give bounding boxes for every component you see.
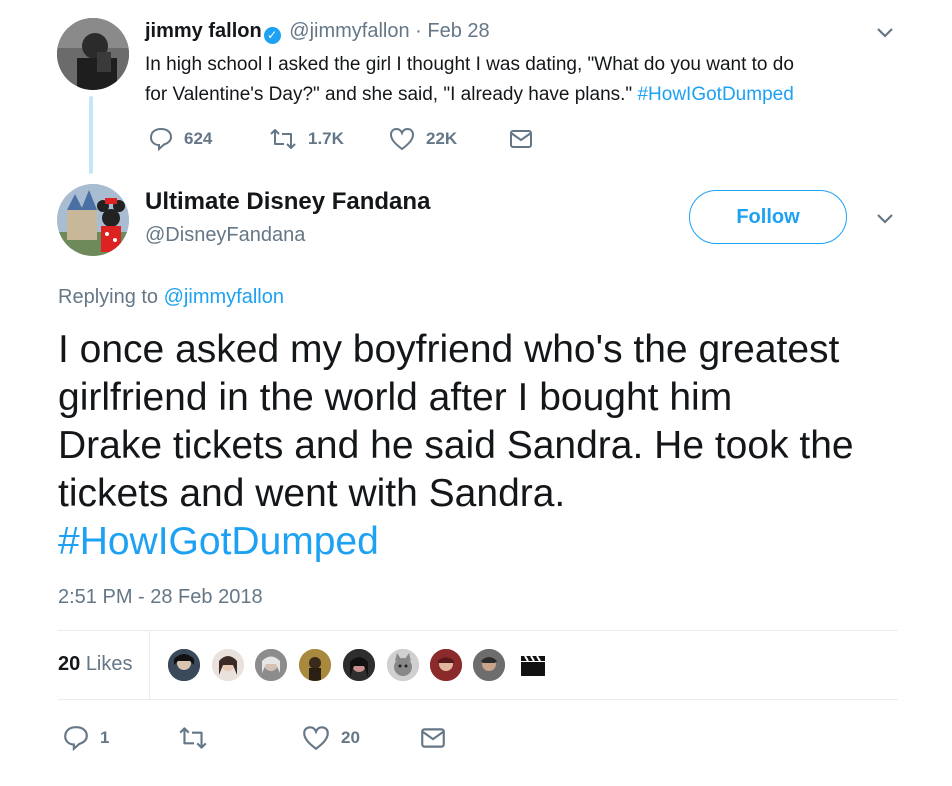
reply-count: 1: [100, 728, 110, 747]
liker-avatar[interactable]: [428, 647, 464, 683]
tweet-actions: 1 20: [62, 724, 459, 752]
replying-to-handle-link[interactable]: @jimmyfallon: [164, 286, 284, 308]
parent-more-chevron-icon[interactable]: [874, 22, 896, 42]
liker-avatar[interactable]: [253, 647, 289, 683]
liker-avatar[interactable]: [471, 647, 507, 683]
author-handle[interactable]: @DisneyFandana: [145, 224, 305, 247]
parent-like-count: 22K: [426, 129, 458, 148]
retweet-icon: [270, 129, 296, 149]
person-photo-icon: [57, 18, 129, 90]
parent-like-button[interactable]: 22K: [388, 126, 508, 152]
parent-reply-button[interactable]: 624: [148, 126, 268, 152]
divider-bottom: [58, 699, 898, 700]
likes-count: 20: [58, 653, 81, 675]
author-avatar[interactable]: [57, 184, 129, 256]
tweet-more-chevron-icon[interactable]: [874, 208, 896, 228]
author-display-name[interactable]: Ultimate Disney Fandana: [145, 188, 430, 216]
parent-actions: 624 1.7K 22K: [148, 126, 548, 152]
liker-avatar[interactable]: [341, 647, 377, 683]
liker-avatar[interactable]: [385, 647, 421, 683]
tweet-text-line: Drake tickets and he said Sandra. He too…: [58, 424, 854, 467]
tweet-text-line: tickets and went with Sandra.: [58, 472, 566, 515]
parent-reply-count: 624: [184, 129, 213, 148]
reply-button[interactable]: 1: [62, 724, 177, 752]
liker-avatar[interactable]: [297, 647, 333, 683]
retweet-button[interactable]: [177, 724, 301, 752]
parent-display-name[interactable]: jimmy fallon: [145, 20, 262, 42]
thread-connector-line: [89, 96, 93, 174]
tweet-text-line: I once asked my boyfriend who's the grea…: [58, 328, 840, 371]
parent-tweet-text: In high school I asked the girl I though…: [145, 50, 794, 110]
tweet-text: I once asked my boyfriend who's the grea…: [58, 326, 854, 566]
parent-text-line-1: In high school I asked the girl I though…: [145, 54, 794, 75]
likes-stat[interactable]: 20 Likes: [58, 653, 133, 676]
tweet-text-line: girlfriend in the world after I bought h…: [58, 376, 733, 419]
liker-avatar[interactable]: [166, 647, 202, 683]
liker-avatar[interactable]: [210, 647, 246, 683]
retweet-icon: [179, 727, 207, 749]
follow-button[interactable]: Follow: [689, 190, 847, 244]
clapperboard-icon: [517, 649, 549, 681]
parent-handle[interactable]: @jimmyfallon: [289, 20, 409, 42]
liker-avatar[interactable]: [515, 647, 551, 683]
parent-avatar[interactable]: [57, 18, 129, 90]
divider-top: [58, 630, 898, 631]
stats-vertical-divider: [149, 631, 150, 699]
like-count: 20: [341, 728, 360, 747]
parent-retweet-button[interactable]: 1.7K: [268, 126, 388, 152]
replying-to: Replying to @jimmyfallon: [58, 286, 284, 309]
reply-icon: [149, 127, 173, 152]
likes-label: Likes: [85, 653, 133, 675]
tweet-timestamp[interactable]: 2:51 PM - 28 Feb 2018: [58, 586, 263, 609]
parent-tweet-header: jimmy fallon ✓ @jimmyfallon · Feb 28: [145, 20, 490, 44]
cat-icon: [387, 649, 419, 681]
envelope-icon: [421, 728, 445, 748]
envelope-icon: [510, 130, 532, 148]
reply-icon: [64, 726, 88, 752]
like-button[interactable]: 20: [301, 724, 419, 752]
parent-dm-button[interactable]: [508, 126, 548, 152]
castle-minnie-photo-icon: [57, 184, 129, 256]
heart-icon: [303, 726, 329, 751]
parent-retweet-count: 1.7K: [308, 129, 344, 148]
parent-hashtag-link[interactable]: #HowIGotDumped: [637, 84, 793, 105]
heart-icon: [389, 127, 415, 151]
replying-to-label: Replying to: [58, 286, 159, 308]
verified-badge-icon: ✓: [263, 27, 281, 44]
parent-date[interactable]: · Feb 28: [415, 20, 489, 42]
dm-button[interactable]: [419, 724, 459, 752]
tweet-hashtag-link[interactable]: #HowIGotDumped: [58, 518, 854, 566]
parent-text-line-2: for Valentine's Day?" and she said, "I a…: [145, 84, 633, 105]
